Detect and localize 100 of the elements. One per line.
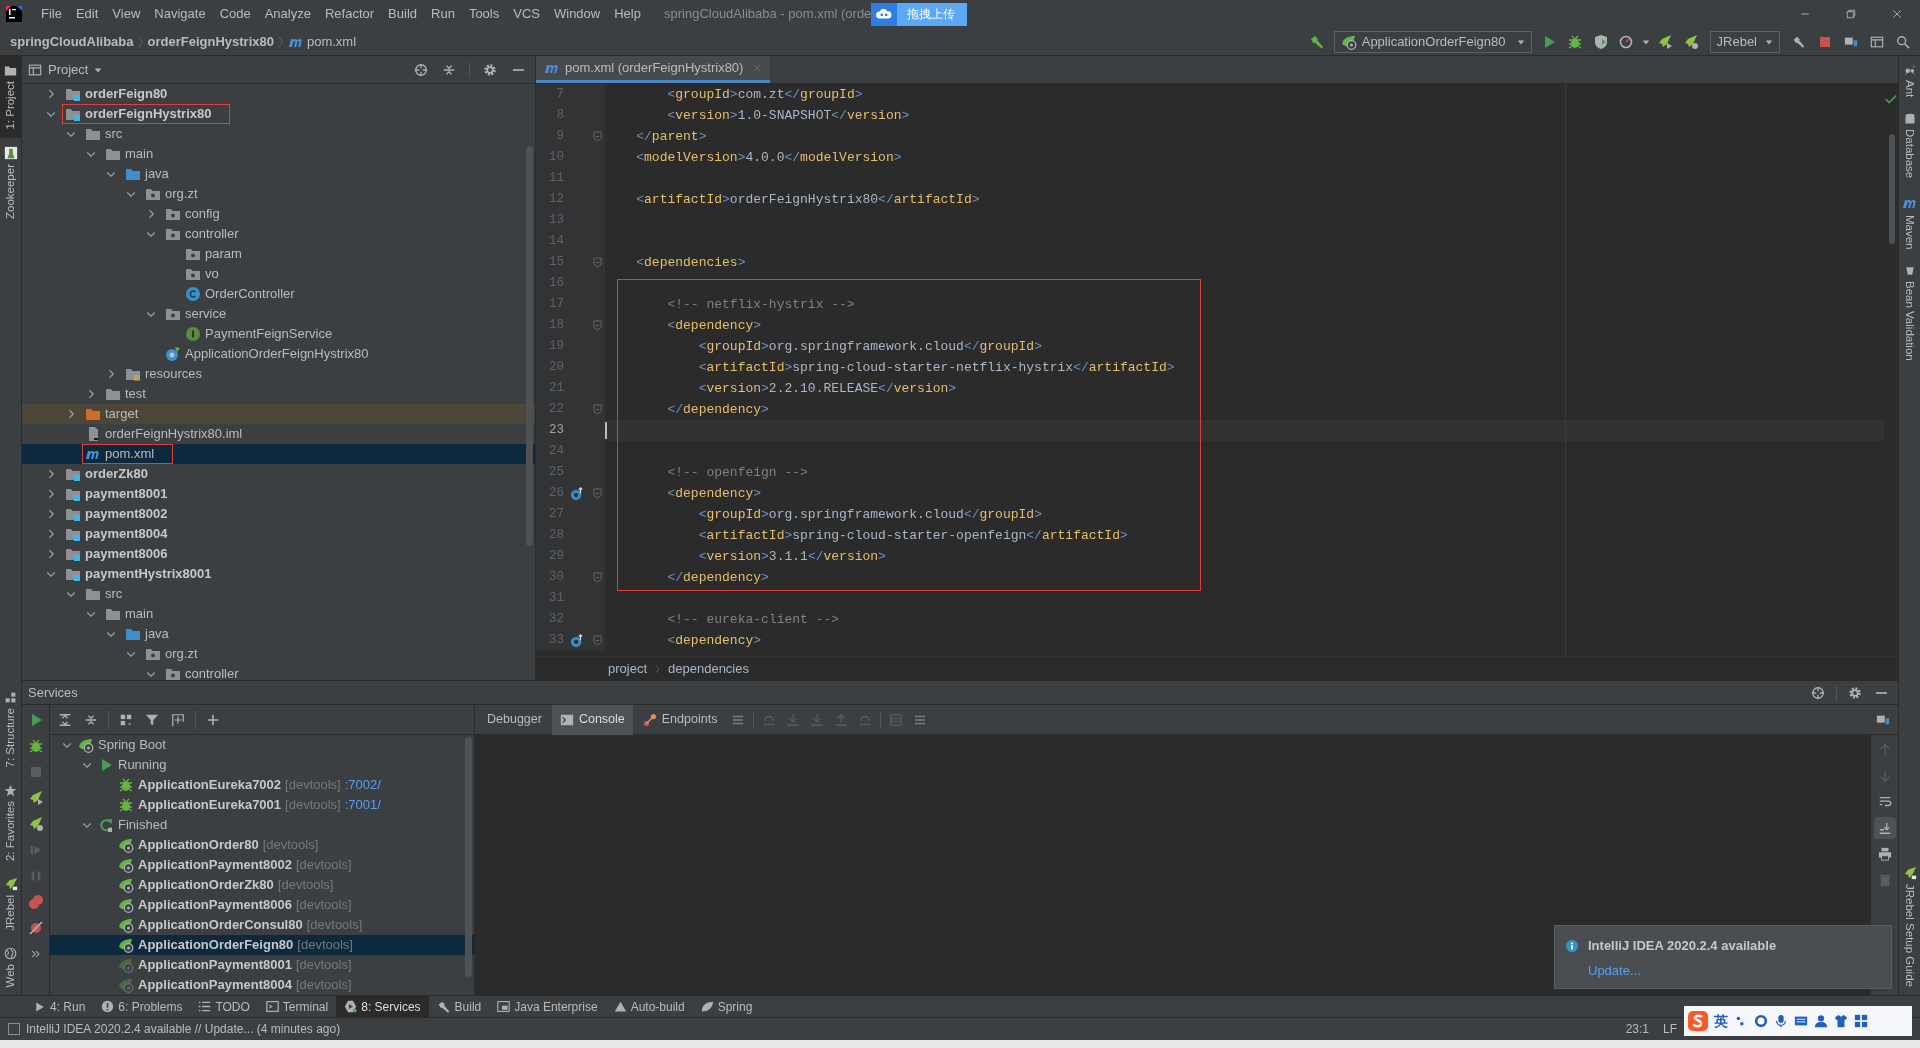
jrebel-dropdown[interactable]: JRebel xyxy=(1709,30,1780,53)
tree-item[interactable]: test xyxy=(22,384,535,404)
breadcrumb[interactable]: project xyxy=(608,658,648,679)
tree-node[interactable]: ApplicationOrderConsul80 [devtools] xyxy=(50,915,474,935)
tree-node[interactable]: Running xyxy=(50,755,474,775)
tree-item[interactable]: java xyxy=(22,164,535,184)
breadcrumb[interactable]: dependencies xyxy=(668,658,749,679)
tool-window-tab[interactable]: 8: Services xyxy=(336,995,429,1018)
tool-window-tab[interactable]: Terminal xyxy=(257,995,337,1018)
breadcrumb[interactable]: springCloudAlibaba xyxy=(10,31,134,52)
keyboard-icon[interactable] xyxy=(1794,1014,1808,1028)
scroll-to-end-button[interactable] xyxy=(1873,817,1896,839)
menu-item[interactable]: Analyze xyxy=(257,3,318,25)
tool-window-tab[interactable]: TODO xyxy=(190,995,258,1018)
tool-window-tab[interactable]: Build xyxy=(428,995,490,1018)
tree-node[interactable]: Finished xyxy=(50,815,474,835)
tree-node[interactable]: Spring Boot xyxy=(50,735,474,755)
breadcrumb[interactable]: pom.xml xyxy=(287,31,357,52)
tree-item[interactable]: orderFeignHystrix80 xyxy=(22,104,535,124)
tree-node[interactable]: ApplicationPayment8001 [devtools] xyxy=(50,955,474,975)
tree-item[interactable]: ApplicationOrderFeignHystrix80 xyxy=(22,344,535,364)
menu-item[interactable]: VCS xyxy=(506,3,547,25)
tree-node[interactable]: ApplicationEureka7001 [devtools] :7001/ xyxy=(50,795,474,815)
tree-item[interactable]: pom.xml xyxy=(22,444,535,464)
tool-window-tab[interactable]: Spring xyxy=(692,995,761,1018)
run-configuration-dropdown[interactable]: ApplicationOrderFeign80 xyxy=(1333,30,1532,53)
tab[interactable]: Endpoints xyxy=(634,704,726,735)
tool-window-tab[interactable]: 2: Favorites xyxy=(0,775,21,869)
fold-marker-icon[interactable] xyxy=(593,320,602,331)
tool-window-tab[interactable]: Ant xyxy=(1899,56,1920,106)
tree-item[interactable]: controller xyxy=(22,224,535,244)
menu-item[interactable]: Code xyxy=(212,3,258,25)
menu-item[interactable]: Build xyxy=(381,3,424,25)
tab[interactable]: Console xyxy=(551,704,633,735)
tree-item[interactable]: paymentHystrix8001 xyxy=(22,564,535,584)
tree-item[interactable]: service xyxy=(22,304,535,324)
tool-window-tab[interactable]: Maven xyxy=(1899,186,1920,258)
toolbox-icon[interactable] xyxy=(1854,1014,1868,1028)
tree-item[interactable]: org.zt xyxy=(22,644,535,664)
tree-item[interactable]: orderZk80 xyxy=(22,464,535,484)
tree-item[interactable]: vo xyxy=(22,264,535,284)
fold-marker-icon[interactable] xyxy=(593,404,602,415)
scrollbar[interactable] xyxy=(526,146,533,546)
scrollbar[interactable] xyxy=(1889,134,1895,244)
breadcrumb[interactable]: orderFeignHystrix80 xyxy=(147,31,274,52)
tool-window-tab[interactable]: 6: Problems xyxy=(93,995,191,1018)
menu-item[interactable]: Window xyxy=(546,3,608,25)
update-link[interactable]: Update... xyxy=(1588,960,1641,980)
tree-node[interactable]: ApplicationOrder80 [devtools] xyxy=(50,835,474,855)
tree-node[interactable]: ApplicationPayment8002 [devtools] xyxy=(50,855,474,875)
tree-item[interactable]: src xyxy=(22,124,535,144)
tree-item[interactable]: controller xyxy=(22,664,535,680)
tool-window-tab[interactable]: Auto-build xyxy=(605,995,693,1018)
menu-item[interactable]: View xyxy=(105,3,148,25)
tree-item[interactable]: main xyxy=(22,604,535,624)
tool-window-tab[interactable]: 7: Structure xyxy=(0,683,21,776)
menu-item[interactable]: Navigate xyxy=(147,3,213,25)
port-link[interactable]: :7001/ xyxy=(344,795,381,815)
tree-item[interactable]: orderFeignHystrix80.iml xyxy=(22,424,535,444)
tool-window-tab[interactable]: Zookeeper xyxy=(0,137,21,227)
user-icon[interactable] xyxy=(1814,1014,1828,1028)
tree-item[interactable]: payment8002 xyxy=(22,504,535,524)
menu-item[interactable]: Help xyxy=(607,3,648,25)
tree-item[interactable]: config xyxy=(22,204,535,224)
tool-window-tab[interactable]: Web xyxy=(0,938,21,995)
gutter-marker-icon[interactable] xyxy=(570,486,584,501)
tree-item[interactable]: main xyxy=(22,144,535,164)
menu-item[interactable]: Refactor xyxy=(317,3,382,25)
port-link[interactable]: :7002/ xyxy=(344,775,381,795)
tool-window-tab[interactable]: 1: Project xyxy=(0,56,21,138)
editor-tab[interactable]: pom.xml (orderFeignHystrix80) xyxy=(536,56,771,83)
caret-position[interactable]: 23:1 xyxy=(1625,1020,1649,1038)
tree-item[interactable]: payment8004 xyxy=(22,524,535,544)
tree-node[interactable]: ApplicationEureka7002 [devtools] :7002/ xyxy=(50,775,474,795)
tool-window-tab[interactable]: JRebel xyxy=(0,868,21,939)
line-separator[interactable]: LF xyxy=(1663,1020,1677,1038)
tree-node[interactable]: ApplicationOrderFeign80 [devtools] xyxy=(50,935,474,955)
tree-item[interactable]: target xyxy=(22,404,535,424)
project-view-dropdown[interactable]: Project xyxy=(28,59,103,80)
tool-window-tab[interactable]: JRebel Setup Guide xyxy=(1899,858,1920,995)
fold-marker-icon[interactable] xyxy=(593,635,602,646)
fold-marker-icon[interactable] xyxy=(593,257,602,268)
tree-item[interactable]: payment8006 xyxy=(22,544,535,564)
tree-item[interactable]: OrderController xyxy=(22,284,535,304)
tool-window-tab[interactable]: Java Enterprise xyxy=(489,995,606,1018)
tree-item[interactable]: src xyxy=(22,584,535,604)
fold-marker-icon[interactable] xyxy=(593,572,602,583)
input-mode-toggle[interactable]: 英 xyxy=(1714,1010,1728,1032)
tree-node[interactable]: ApplicationOrderZk80 [devtools] xyxy=(50,875,474,895)
tool-window-tab[interactable]: Bean Validation xyxy=(1899,257,1920,369)
tree-item[interactable]: payment8001 xyxy=(22,484,535,504)
fold-marker-icon[interactable] xyxy=(593,488,602,499)
tree-item[interactable]: PaymentFeignService xyxy=(22,324,535,344)
fold-marker-icon[interactable] xyxy=(593,131,602,142)
tool-window-tab[interactable]: Database xyxy=(1899,105,1920,187)
tool-window-tab[interactable]: 4: Run xyxy=(26,995,94,1018)
scrollbar[interactable] xyxy=(465,737,472,977)
menu-item[interactable]: Edit xyxy=(68,3,106,25)
status-indicator-icon[interactable] xyxy=(8,1023,20,1035)
menu-item[interactable]: Tools xyxy=(461,3,507,25)
